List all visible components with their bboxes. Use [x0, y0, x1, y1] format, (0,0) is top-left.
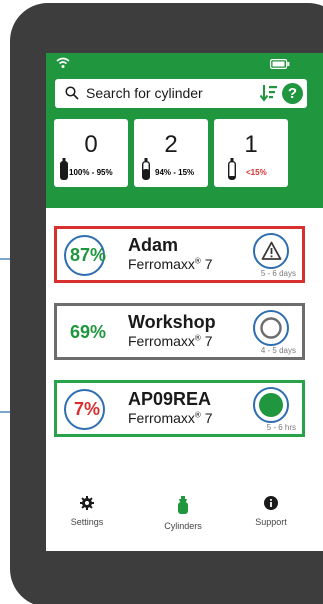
phone-frame: Search for cylinder ? 0 100% - 95% 2 94%… [10, 3, 323, 604]
cylinder-medium-icon [142, 158, 150, 180]
app-screen: Search for cylinder ? 0 100% - 95% 2 94%… [46, 53, 323, 551]
info-icon [264, 496, 278, 510]
wifi-icon [56, 57, 70, 68]
time-remaining: 4 - 5 days [260, 346, 296, 355]
cylinder-full-icon [60, 158, 68, 180]
fill-percent: 7% [74, 399, 101, 419]
summary-range: 94% - 15% [155, 168, 195, 177]
nav-support[interactable]: Support [236, 496, 306, 527]
search-input[interactable]: Search for cylinder [86, 85, 203, 101]
nav-settings-label: Settings [70, 517, 104, 527]
cylinder-low-icon [228, 158, 236, 180]
cylinder-card-ap09rea[interactable]: 7% AP09REA Ferromaxx® 7 5 - 6 hrs [54, 380, 305, 437]
summary-tile-full[interactable]: 0 100% - 95% [54, 119, 128, 187]
fill-percent: 87% [70, 245, 107, 265]
cylinder-model: Ferromaxx® 7 [128, 333, 213, 349]
nav-cylinders[interactable]: Cylinders [148, 496, 218, 531]
time-remaining: 5 - 6 hrs [266, 423, 296, 432]
cylinder-name: Adam [128, 235, 179, 255]
nav-settings[interactable]: Settings [52, 496, 122, 527]
time-remaining: 5 - 6 days [260, 269, 296, 278]
cylinder-icon [178, 496, 188, 514]
cylinder-name: AP09REA [128, 389, 212, 409]
summary-tile-medium[interactable]: 2 94% - 15% [134, 119, 208, 187]
idle-status-icon [260, 317, 282, 339]
cylinder-model: Ferromaxx® 7 [128, 410, 213, 426]
stage: Search for cylinder ? 0 100% - 95% 2 94%… [0, 0, 323, 604]
nav-cylinders-label: Cylinders [164, 521, 202, 531]
summary-count: 1 [244, 131, 258, 158]
gear-icon [80, 496, 94, 510]
summary-count: 0 [84, 131, 98, 158]
cylinder-name: Workshop [128, 312, 216, 332]
warning-icon [261, 241, 282, 260]
summary-range: <15% [246, 168, 267, 177]
nav-support-label: Support [255, 517, 287, 527]
app-header: Search for cylinder ? 0 100% - 95% 2 94%… [46, 53, 323, 208]
cylinder-model: Ferromaxx® 7 [128, 256, 213, 272]
summary-tile-low[interactable]: 1 <15% [214, 119, 288, 187]
cylinder-card-workshop[interactable]: 69% Workshop Ferromaxx® 7 4 - 5 days [54, 303, 305, 360]
summary-count: 2 [164, 131, 178, 158]
status-highlight-circle [253, 387, 289, 423]
sort-icon[interactable] [260, 84, 278, 102]
search-icon [65, 86, 79, 100]
battery-icon [270, 59, 290, 69]
fill-percent: 69% [70, 322, 107, 342]
help-icon[interactable]: ? [282, 83, 303, 104]
search-bar[interactable]: Search for cylinder ? [55, 79, 307, 108]
status-highlight-circle [253, 233, 289, 269]
summary-range: 100% - 95% [69, 168, 113, 177]
active-status-icon [259, 393, 283, 417]
cylinder-card-adam[interactable]: 87% Adam Ferromaxx® 7 5 - 6 days [54, 226, 305, 283]
status-highlight-circle [253, 310, 289, 346]
